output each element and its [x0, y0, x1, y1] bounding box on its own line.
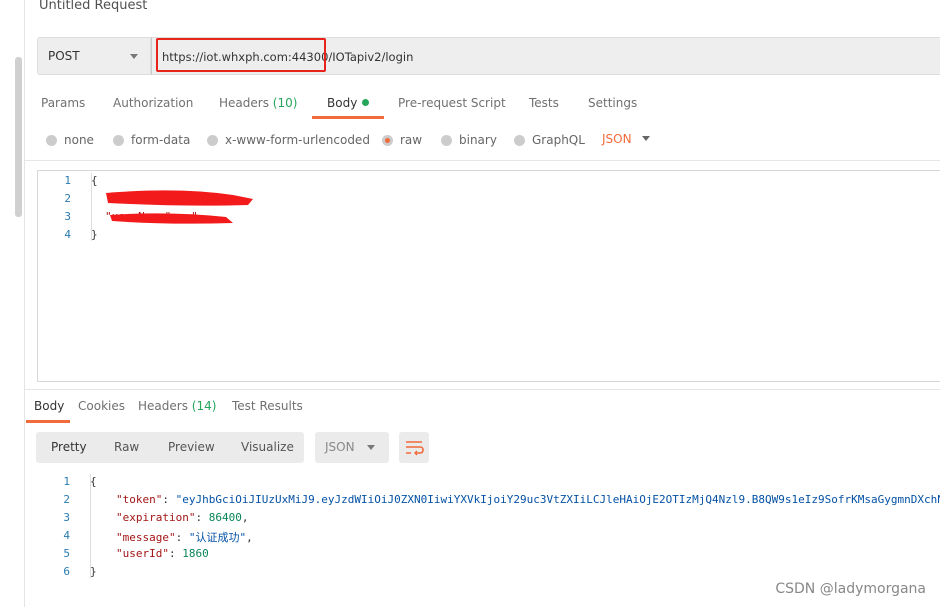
headers-count: (14) [191, 399, 217, 413]
chevron-down-icon [367, 445, 375, 454]
radio-label: form-data [131, 133, 191, 147]
code-line: { [90, 475, 97, 488]
line-number: 2 [63, 493, 70, 506]
radio-none[interactable]: none [46, 133, 94, 147]
indent-guide [90, 474, 91, 578]
tab-label: Tests [529, 96, 559, 110]
radio-form-data[interactable]: form-data [113, 133, 190, 147]
tab-authorization[interactable]: Authorization [113, 96, 193, 110]
radio-binary[interactable]: binary [441, 133, 497, 147]
status-dot-icon [362, 99, 370, 106]
request-title[interactable]: Untitled Request [39, 0, 147, 13]
response-tab-test-results[interactable]: Test Results [232, 399, 303, 413]
code-line: "userId": 1860 [116, 547, 209, 560]
radio-x-www-form-urlencoded[interactable]: x-www-form-urlencoded [207, 133, 370, 147]
headers-count: (10) [272, 96, 298, 110]
radio-label: none [64, 133, 94, 147]
response-format-value: JSON [325, 440, 355, 454]
line-number: 4 [64, 228, 71, 241]
user-id-value: 1860 [182, 547, 209, 560]
response-format-select[interactable]: JSON [315, 432, 389, 463]
tab-label: Pre-request Script [398, 96, 506, 110]
line-number: 1 [63, 475, 70, 488]
code-line: { [91, 174, 98, 187]
wrap-lines-icon [406, 441, 424, 456]
tab-label: Settings [588, 96, 638, 110]
line-number: 4 [63, 529, 70, 542]
response-tab-headers[interactable]: Headers (14) [138, 399, 216, 413]
code-line: } [91, 228, 98, 241]
active-tab-underline [26, 420, 70, 423]
expiration-value: 86400 [208, 511, 242, 524]
wrap-lines-button[interactable] [399, 432, 429, 463]
line-number: 3 [64, 210, 71, 223]
message-value: 认证成功 [195, 531, 240, 544]
response-tab-cookies[interactable]: Cookies [78, 399, 125, 413]
mode-pretty[interactable]: Pretty [51, 440, 87, 454]
divider [25, 389, 940, 390]
tab-label: Body [34, 399, 65, 413]
divider [25, 160, 940, 161]
radio-label: x-www-form-urlencoded [225, 133, 370, 147]
token-value: eyJhbGciOiJIUzUxMiJ9.eyJzdWIiOiJ0ZXN0Iiw… [182, 493, 940, 506]
method-value: POST [48, 49, 80, 63]
tab-body[interactable]: Body [327, 96, 370, 110]
watermark: CSDN @ladymorgana [775, 581, 926, 597]
active-tab-underline [312, 116, 384, 119]
redaction-scribble [106, 190, 253, 224]
sidebar-strip [0, 0, 25, 607]
tab-label: Test Results [232, 399, 303, 413]
radio-icon [46, 134, 57, 146]
line-number: 6 [63, 565, 70, 578]
tab-label: Headers [219, 96, 269, 110]
chevron-down-icon [641, 136, 650, 145]
mode-visualize[interactable]: Visualize [241, 440, 294, 454]
mode-raw[interactable]: Raw [114, 440, 139, 454]
radio-icon [514, 134, 525, 146]
radio-icon [113, 134, 124, 146]
tab-tests[interactable]: Tests [529, 96, 559, 110]
line-number: 3 [63, 511, 70, 524]
response-tab-body[interactable]: Body [34, 399, 64, 413]
tab-label: Headers [138, 399, 188, 413]
radio-label: raw [400, 133, 423, 147]
response-view-modes: Pretty Raw Preview Visualize [36, 432, 304, 463]
line-number: 2 [64, 192, 71, 205]
radio-icon [441, 134, 452, 146]
body-format-select[interactable]: JSON [602, 132, 650, 146]
chevron-down-icon [130, 54, 138, 63]
body-format-value: JSON [602, 132, 632, 146]
tab-label: Body [327, 96, 358, 110]
radio-graphql[interactable]: GraphQL [514, 133, 585, 147]
radio-label: GraphQL [532, 133, 585, 147]
tab-label: Params [41, 96, 86, 110]
code-line: "token": "eyJhbGciOiJIUzUxMiJ9.eyJzdWIiO… [116, 493, 940, 506]
tab-pre-request-script[interactable]: Pre-request Script [398, 96, 506, 110]
line-number: 5 [63, 547, 70, 560]
radio-icon [207, 134, 218, 146]
tab-label: Authorization [113, 96, 194, 110]
tab-label: Cookies [78, 399, 125, 413]
radio-selected-icon [382, 134, 393, 146]
radio-raw[interactable]: raw [382, 133, 422, 147]
line-number: 1 [64, 174, 71, 187]
tab-settings[interactable]: Settings [588, 96, 637, 110]
code-line: "message": "认证成功", [116, 531, 253, 544]
radio-label: binary [459, 133, 497, 147]
response-body-viewer[interactable]: 1 2 3 4 5 6 { "token": "eyJhbGciOiJIUzUx… [37, 473, 940, 583]
sidebar-scrollbar[interactable] [15, 57, 22, 217]
method-select[interactable]: POST [37, 37, 151, 75]
annotation-highlight-box [156, 38, 326, 72]
tab-params[interactable]: Params [41, 96, 85, 110]
mode-preview[interactable]: Preview [168, 440, 215, 454]
tab-headers[interactable]: Headers (10) [219, 96, 297, 110]
code-line: } [90, 565, 97, 578]
code-line: "expiration": 86400, [116, 511, 249, 524]
request-body-editor[interactable]: 1 2 3 4 { "userName" : " } [37, 170, 940, 382]
